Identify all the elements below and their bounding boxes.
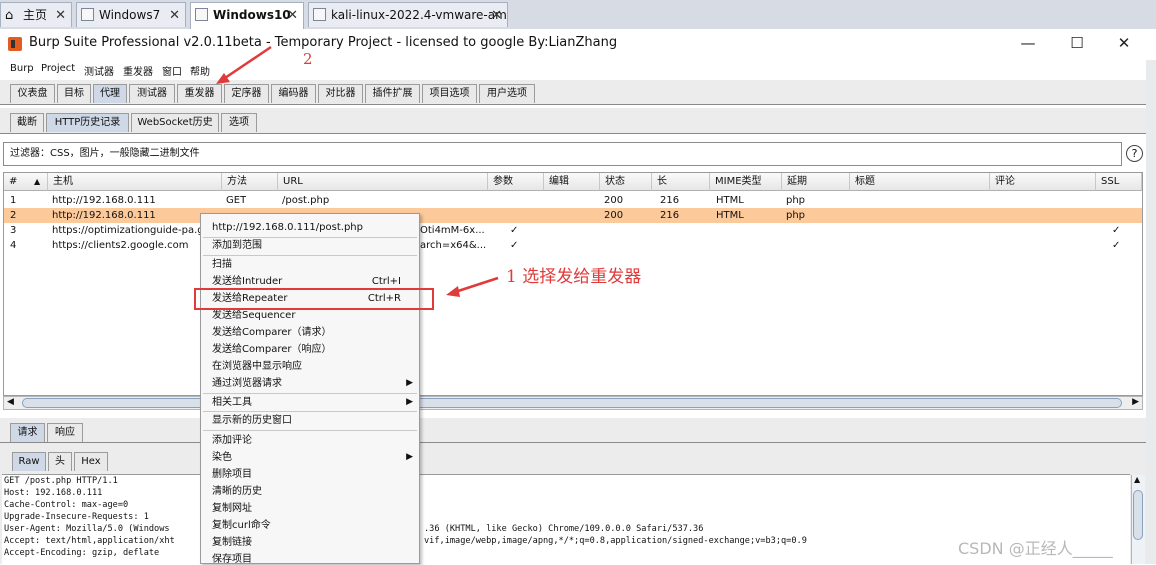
annotation-step-2: 2: [303, 50, 313, 68]
watermark: CSDN @正经人_____: [958, 539, 1113, 558]
annotation-arrow-1: [451, 276, 499, 295]
arrowhead-icon: [446, 286, 460, 297]
annotation-arrow-2: [221, 45, 272, 82]
annotation-step-1: 1 选择发给重发器: [506, 267, 642, 287]
